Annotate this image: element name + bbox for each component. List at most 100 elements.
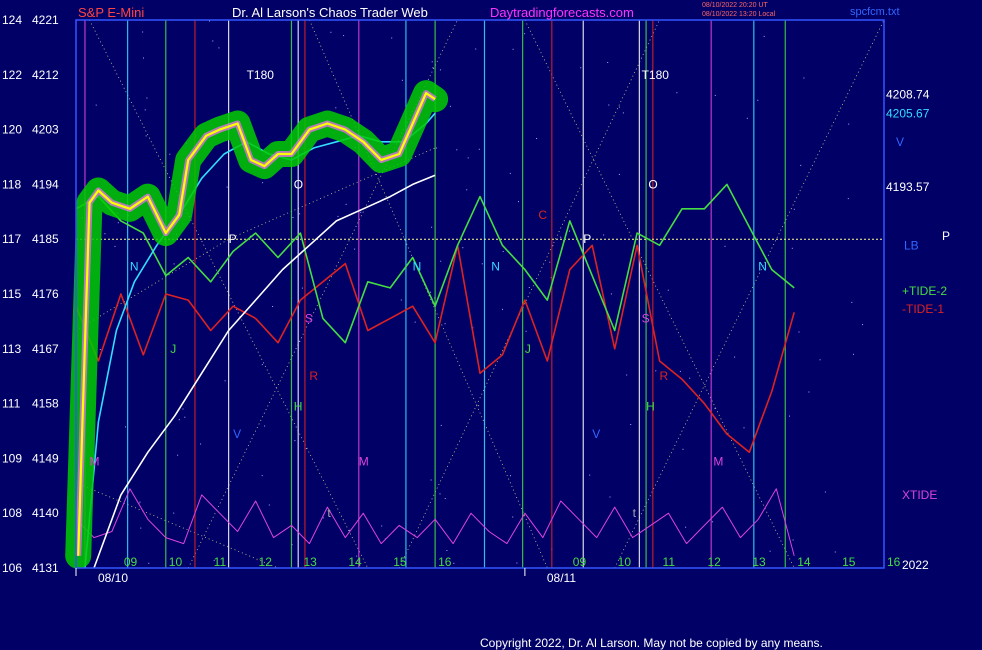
chart-canvas: 106 4131 108 4140 109 4149 111 4158 113 4167 115 41… xyxy=(0,0,982,650)
star-dot xyxy=(432,67,434,69)
event-marker: T180 xyxy=(247,68,275,82)
star-dot xyxy=(682,448,684,450)
star-dot xyxy=(226,186,228,188)
right-legend-label: V xyxy=(896,135,904,149)
event-marker: O xyxy=(648,177,657,191)
y-tick-right: 4185 xyxy=(32,232,59,246)
x-tick-hour: 14 xyxy=(797,555,811,569)
star-dot xyxy=(824,491,826,493)
star-dot xyxy=(177,454,179,456)
right-price-label: 4193.57 xyxy=(886,180,930,194)
star-dot xyxy=(712,521,714,523)
x-tick-hour: 09 xyxy=(124,555,138,569)
event-marker: H xyxy=(646,400,655,414)
star-dot xyxy=(182,408,184,410)
star-dot xyxy=(792,539,794,541)
event-marker: R xyxy=(660,369,669,383)
x-tick-hour: 16 xyxy=(438,555,452,569)
star-dot xyxy=(655,370,657,372)
star-dot xyxy=(224,380,226,382)
star-dot xyxy=(481,263,483,265)
star-dot xyxy=(819,359,821,361)
event-marker: N xyxy=(130,260,139,274)
star-dot xyxy=(414,321,416,323)
star-dot xyxy=(381,525,383,527)
event-marker: S xyxy=(305,311,313,325)
event-marker: V xyxy=(592,427,600,441)
star-dot xyxy=(294,440,296,442)
star-dot xyxy=(512,48,514,50)
star-dot xyxy=(173,263,175,265)
y-tick-right: 4131 xyxy=(32,561,59,575)
star-dot xyxy=(440,424,442,426)
star-dot xyxy=(622,112,624,114)
star-dot xyxy=(144,109,146,111)
star-dot xyxy=(848,123,850,125)
star-dot xyxy=(793,208,795,210)
star-dot xyxy=(475,48,477,50)
star-dot xyxy=(456,149,458,151)
star-dot xyxy=(607,62,609,63)
star-dot xyxy=(834,551,836,553)
x-tick-hour: 13 xyxy=(303,555,317,569)
y-tick-right: 4167 xyxy=(32,342,59,356)
star-dot xyxy=(798,331,800,333)
y-tick-left: 122 xyxy=(2,68,22,82)
star-dot xyxy=(569,230,570,232)
star-dot xyxy=(743,427,745,429)
star-dot xyxy=(789,415,790,417)
site-link[interactable]: Daytradingforecasts.com xyxy=(490,5,634,20)
y-tick-left: 118 xyxy=(2,177,21,191)
star-dot xyxy=(292,217,294,218)
star-dot xyxy=(446,550,448,551)
star-dot xyxy=(401,79,403,81)
y-tick-left: 108 xyxy=(2,506,22,520)
y-tick-left: 109 xyxy=(2,451,22,465)
y-tick-right: 4176 xyxy=(32,287,59,301)
star-dot xyxy=(769,550,771,552)
star-dot xyxy=(354,248,356,250)
y-tick-left: 106 xyxy=(2,561,22,575)
star-dot xyxy=(337,215,339,217)
author-title: Dr. Al Larson's Chaos Trader Web xyxy=(232,5,428,20)
star-dot xyxy=(439,493,441,495)
star-dot xyxy=(345,203,347,205)
y-tick-left: 124 xyxy=(2,13,22,27)
star-dot xyxy=(148,562,150,564)
x-tick-hour: 14 xyxy=(348,555,362,569)
star-dot xyxy=(444,498,446,499)
star-dot xyxy=(114,245,116,247)
star-dot xyxy=(99,349,101,350)
event-marker: M xyxy=(713,454,723,468)
event-marker: M xyxy=(359,454,369,468)
star-dot xyxy=(145,135,147,137)
star-dot xyxy=(330,31,332,33)
star-dot xyxy=(618,106,620,108)
star-dot xyxy=(851,301,853,303)
star-dot xyxy=(618,173,620,175)
event-marker: N xyxy=(758,260,767,274)
star-dot xyxy=(536,138,538,139)
star-dot xyxy=(524,33,526,35)
star-dot xyxy=(335,107,337,109)
x-tick-hour: 16 xyxy=(887,555,901,569)
star-dot xyxy=(714,94,716,96)
star-dot xyxy=(580,67,582,69)
star-dot xyxy=(143,57,144,59)
star-dot xyxy=(466,189,468,191)
x-tick-day: 08/11 xyxy=(547,571,576,585)
star-dot xyxy=(400,299,402,301)
y-tick-left: 115 xyxy=(2,287,21,301)
y-tick-left: 117 xyxy=(2,232,21,246)
star-dot xyxy=(173,512,175,514)
star-dot xyxy=(525,330,527,332)
star-dot xyxy=(462,247,464,249)
star-dot xyxy=(478,405,480,407)
star-dot xyxy=(791,247,793,249)
star-dot xyxy=(212,40,214,42)
event-marker: V xyxy=(233,427,241,441)
star-dot xyxy=(763,35,765,37)
star-dot xyxy=(169,153,171,155)
event-marker: R xyxy=(309,369,318,383)
event-marker: M xyxy=(89,454,99,468)
